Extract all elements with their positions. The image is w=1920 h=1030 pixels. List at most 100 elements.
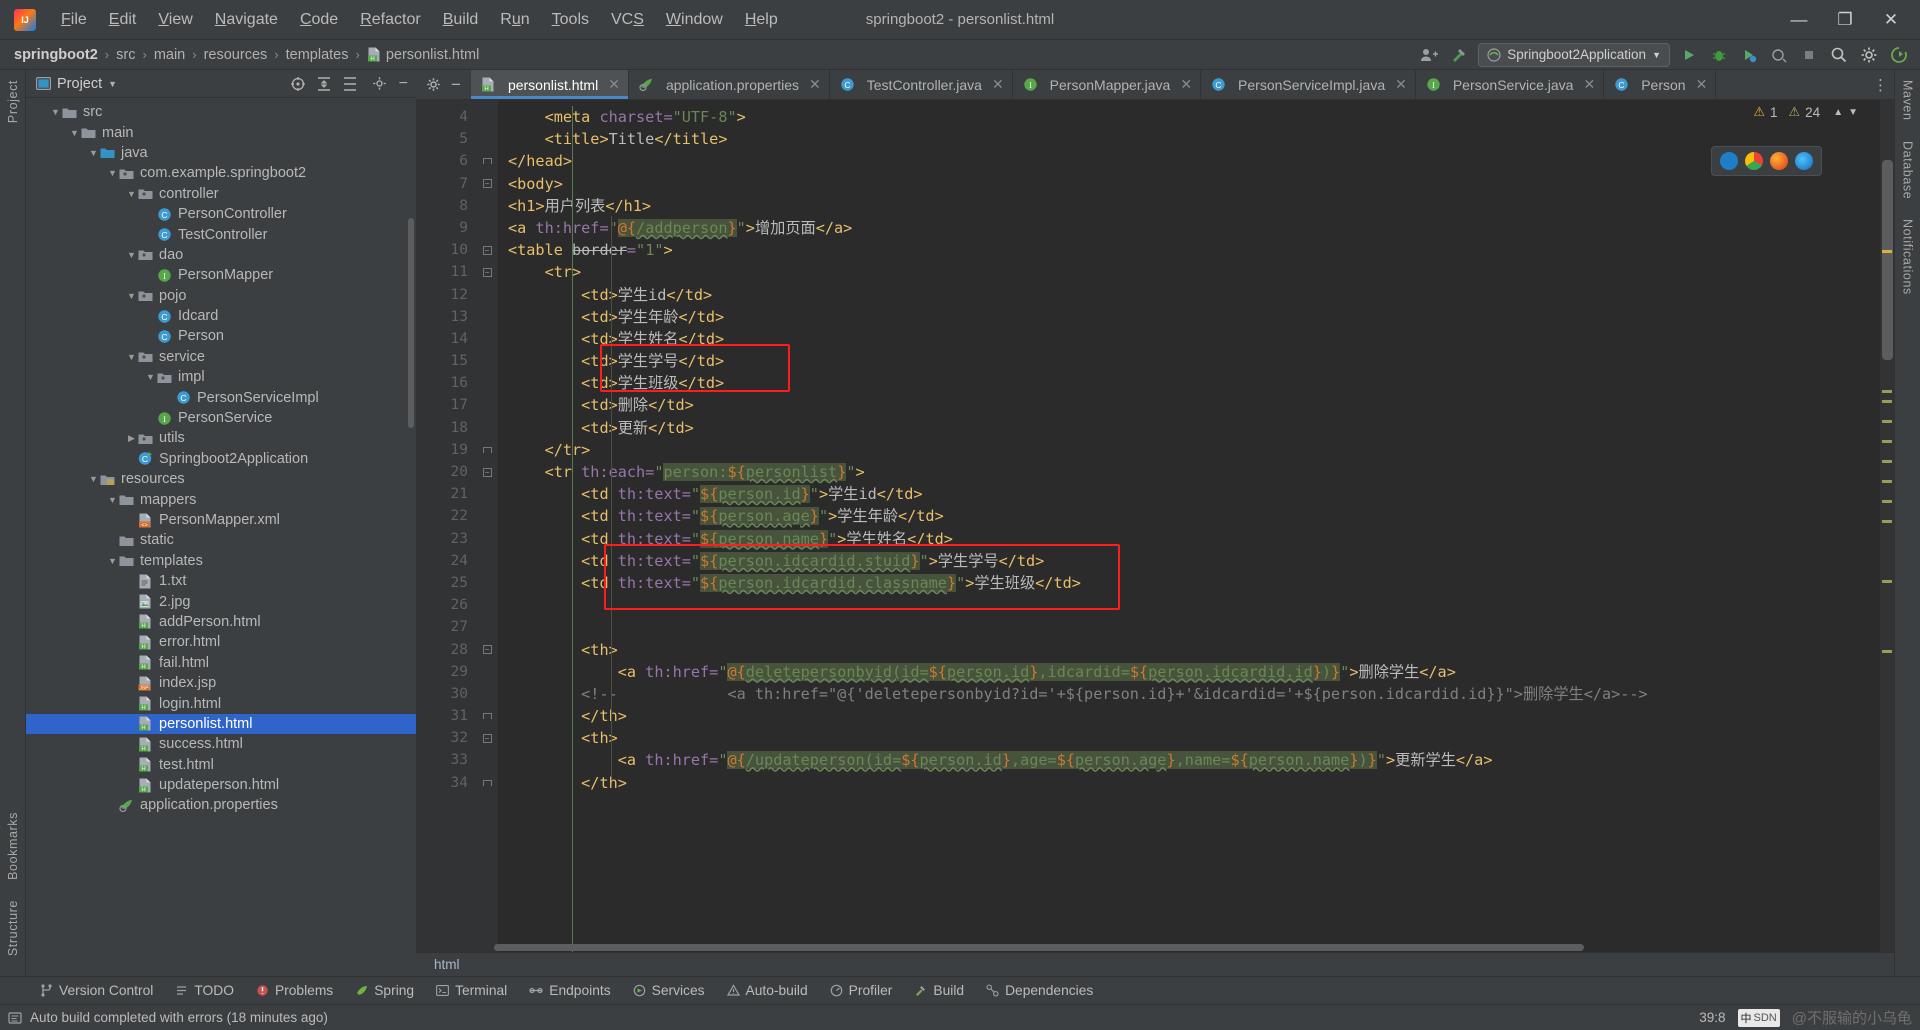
tree-node-addperson-html[interactable]: HaddPerson.html: [26, 612, 416, 632]
tab-personserviceimpl-java[interactable]: C PersonServiceImpl.java ✕: [1201, 70, 1416, 99]
person-settings-icon[interactable]: [1418, 44, 1440, 66]
tree-node-pojo[interactable]: ▼ pojo: [26, 286, 416, 306]
edge-browser-icon[interactable]: [1795, 152, 1813, 170]
tree-node-fail-html[interactable]: Hfail.html: [26, 653, 416, 673]
chevron-down-icon[interactable]: ▼: [125, 250, 138, 260]
editor-tab-bar[interactable]: − Hpersonlist.html ✕ application.properties…: [416, 70, 1894, 100]
profile-icon[interactable]: [1768, 44, 1790, 66]
debug-icon[interactable]: [1708, 44, 1730, 66]
settings-gear-icon[interactable]: [426, 77, 441, 92]
code-line[interactable]: </head>: [498, 150, 1894, 172]
chevron-down-icon[interactable]: ▼: [87, 474, 100, 484]
chevron-down-icon[interactable]: ▼: [125, 291, 138, 301]
close-icon[interactable]: ✕: [992, 76, 1004, 93]
chevron-down-icon[interactable]: ▼: [125, 352, 138, 362]
more-tabs-icon[interactable]: ⋮: [1873, 76, 1888, 94]
fold-collapse-icon[interactable]: −: [476, 639, 498, 661]
chevron-down-icon[interactable]: ▼: [125, 189, 138, 199]
close-icon[interactable]: ✕: [608, 76, 620, 93]
code-line[interactable]: <tr>: [498, 261, 1894, 283]
breadcrumb-item-personlist-html[interactable]: Hpersonlist.html: [367, 47, 479, 63]
code-line[interactable]: <td>学生年龄</td>: [498, 306, 1894, 328]
editor-horizontal-scrollbar[interactable]: [494, 944, 1584, 951]
code-line[interactable]: <a th:href="@{/updateperson(id=${person.…: [498, 749, 1894, 771]
chevron-down-icon[interactable]: ▼: [106, 556, 119, 566]
tab-testcontroller-java[interactable]: C TestController.java ✕: [830, 70, 1013, 99]
editor-marker-bar[interactable]: [1880, 100, 1894, 952]
sidebar-item-structure[interactable]: Structure: [6, 890, 20, 966]
bottom-tool-window-bar[interactable]: Version Control TODO Problems Spring Termina…: [0, 976, 1920, 1004]
code-line[interactable]: </tr>: [498, 439, 1894, 461]
code-line[interactable]: <table border="1">: [498, 239, 1894, 261]
chevron-down-icon[interactable]: ▼: [144, 372, 157, 382]
hammer-build-icon[interactable]: [1448, 44, 1470, 66]
bottom-tool-endpoints[interactable]: Endpoints: [519, 981, 620, 1000]
chevron-down-icon[interactable]: ▼: [106, 495, 119, 505]
tab-personservice-java[interactable]: I PersonService.java ✕: [1416, 70, 1605, 99]
select-opened-file-icon[interactable]: [290, 76, 306, 92]
code-line[interactable]: <td th:text="${person.idcardid.classname…: [498, 572, 1894, 594]
tree-node-resources[interactable]: ▼ resources: [26, 469, 416, 489]
close-icon[interactable]: ✕: [1395, 76, 1407, 93]
menu-item-edit[interactable]: Edit: [98, 5, 148, 35]
tree-node-error-html[interactable]: Herror.html: [26, 632, 416, 652]
tab-personlist-html[interactable]: Hpersonlist.html ✕: [470, 70, 629, 99]
code-editor[interactable]: 4 5 6 7 8 9 10 11 12 13 14 15 16 17 18 19 20 21 22 23 24 25 26…: [416, 100, 1894, 952]
code-line[interactable]: <td th:text="${person.idcardid.stuid}">学…: [498, 550, 1894, 572]
tree-node-dao[interactable]: ▼ dao: [26, 245, 416, 265]
run-icon[interactable]: [1678, 44, 1700, 66]
bottom-tool-services[interactable]: Services: [623, 981, 715, 1000]
ime-indicator[interactable]: 中 SDN: [1737, 1008, 1780, 1027]
code-line[interactable]: </th>: [498, 705, 1894, 727]
chevron-down-icon[interactable]: ▼: [108, 79, 117, 89]
bottom-tool-profiler[interactable]: Profiler: [820, 981, 903, 1000]
project-tree-scrollbar[interactable]: [408, 218, 414, 428]
fold-collapse-icon[interactable]: −: [476, 173, 498, 195]
bottom-tool-terminal[interactable]: Terminal: [426, 981, 517, 1000]
settings-gear-icon[interactable]: [1858, 44, 1880, 66]
code-line[interactable]: <td>删除</td>: [498, 394, 1894, 416]
sidebar-item-maven[interactable]: Maven: [1901, 70, 1915, 131]
fold-collapse-icon[interactable]: −: [476, 239, 498, 261]
close-icon[interactable]: ✕: [1583, 76, 1595, 93]
code-line[interactable]: <td>学生id</td>: [498, 284, 1894, 306]
code-line[interactable]: <a th:href="@{/addperson}">增加页面</a>: [498, 217, 1894, 239]
tree-node-personcontroller[interactable]: C PersonController: [26, 204, 416, 224]
chrome-browser-icon[interactable]: [1745, 152, 1763, 170]
close-icon[interactable]: ✕: [809, 76, 821, 93]
fold-collapse-icon[interactable]: −: [476, 461, 498, 483]
bottom-tool-auto-build[interactable]: Auto-build: [717, 981, 818, 1000]
tab-person[interactable]: C Person ✕: [1604, 70, 1717, 99]
bottom-tool-spring[interactable]: Spring: [345, 981, 424, 1000]
code-line[interactable]: <a th:href="@{deletepersonbyid(id=${pers…: [498, 661, 1894, 683]
tree-node-application-properties[interactable]: application.properties: [26, 795, 416, 815]
fold-end-icon[interactable]: [476, 705, 498, 727]
code-line[interactable]: <!-- <a th:href="@{'deletepersonbyid?id=…: [498, 683, 1894, 705]
code-line[interactable]: <th>: [498, 639, 1894, 661]
code-line[interactable]: <title>Title</title>: [498, 128, 1894, 150]
code-line[interactable]: <td th:text="${person.name}">学生姓名</td>: [498, 528, 1894, 550]
settings-gear-icon[interactable]: [372, 76, 387, 91]
chevron-down-icon[interactable]: ▼: [49, 107, 62, 117]
close-icon[interactable]: ✕: [1180, 76, 1192, 93]
tree-node-mappers[interactable]: ▼ mappers: [26, 489, 416, 509]
tree-node-controller[interactable]: ▼ controller: [26, 184, 416, 204]
sidebar-item-project[interactable]: Project: [6, 70, 20, 133]
bottom-tool-todo[interactable]: TODO: [165, 981, 244, 1000]
breadcrumb-item-templates[interactable]: templates: [286, 47, 349, 63]
tree-node-testcontroller[interactable]: C TestController: [26, 224, 416, 244]
fold-collapse-icon[interactable]: −: [476, 727, 498, 749]
tree-node-static[interactable]: static: [26, 530, 416, 550]
tree-node-impl[interactable]: ▼ impl: [26, 367, 416, 387]
stop-icon[interactable]: [1798, 44, 1820, 66]
code-line[interactable]: <td>更新</td>: [498, 417, 1894, 439]
tree-node-java[interactable]: ▼ java: [26, 143, 416, 163]
tree-node-utils[interactable]: ▶ utils: [26, 428, 416, 448]
sidebar-item-notifications[interactable]: Notifications: [1901, 209, 1915, 305]
inspection-widget[interactable]: ⚠ 1 ⚠ 24 ▲ ▼: [1753, 104, 1858, 120]
tree-node-templates[interactable]: ▼ templates: [26, 551, 416, 571]
code-line[interactable]: <h1>用户列表</h1>: [498, 195, 1894, 217]
menu-item-navigate[interactable]: Navigate: [204, 5, 289, 35]
collapse-all-icon[interactable]: [342, 76, 358, 92]
fold-end-icon[interactable]: [476, 439, 498, 461]
